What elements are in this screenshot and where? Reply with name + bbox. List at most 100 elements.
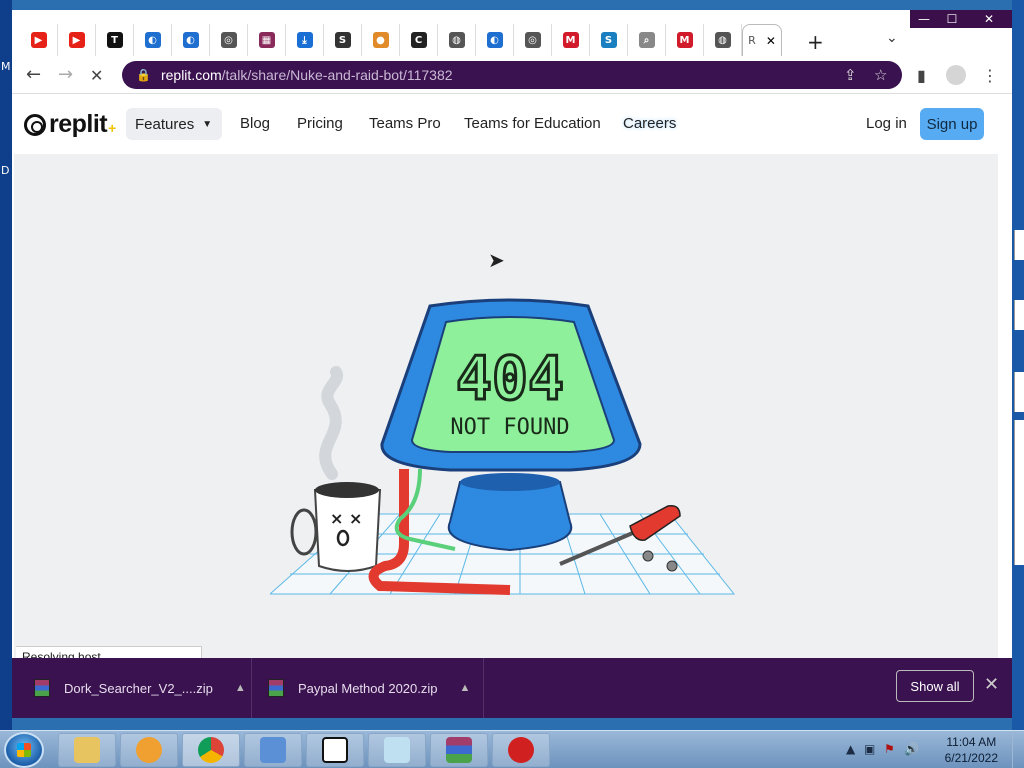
browser-tab[interactable]: S [590, 24, 628, 56]
taskbar-media-player[interactable] [120, 733, 178, 767]
minimize-button[interactable]: — [910, 10, 938, 28]
network-icon[interactable]: ▣ [864, 742, 875, 756]
taskbar-bug-app[interactable] [492, 733, 550, 767]
control-panel-icon [260, 737, 286, 763]
t-icon: T [106, 32, 123, 48]
browser-tab[interactable]: ◍ [438, 24, 476, 56]
show-all-downloads-button[interactable]: Show all [896, 670, 974, 702]
chevron-up-icon[interactable]: ▲ [235, 682, 246, 694]
clock-date: 6/21/2022 [944, 751, 998, 765]
browser-menu-icon[interactable]: ⋮ [982, 66, 998, 85]
maximize-button[interactable]: ☐ [938, 10, 966, 28]
nav-link-teams-education[interactable]: Teams for Education [464, 115, 601, 132]
browser-tab[interactable]: ◐ [134, 24, 172, 56]
7zip-icon [322, 737, 348, 763]
side-panel-icon[interactable]: ▮ [917, 66, 926, 85]
browser-tab[interactable]: ⤓ [286, 24, 324, 56]
login-link[interactable]: Log in [866, 115, 907, 132]
signup-button[interactable]: Sign up [920, 108, 984, 140]
nav-link-careers[interactable]: Careers [623, 115, 676, 132]
chrome-icon: ◎ [524, 32, 541, 48]
start-button[interactable] [4, 732, 44, 768]
stop-loading-button[interactable]: ✕ [90, 66, 103, 85]
new-tab-button[interactable]: + [807, 30, 824, 54]
show-hidden-icons-icon[interactable]: ▲ [846, 742, 855, 756]
browser-tab[interactable]: ◍ [704, 24, 742, 56]
replit-logo-icon [24, 113, 46, 136]
browser-tab[interactable]: ▦ [248, 24, 286, 56]
close-window-button[interactable]: ✕ [966, 10, 1012, 28]
folder-icon [74, 737, 100, 763]
winrar-icon [446, 737, 472, 763]
winrar-file-icon [34, 679, 50, 697]
forward-button[interactable]: → [58, 64, 73, 85]
window-controls: — ☐ ✕ [910, 10, 1012, 28]
close-download-shelf-icon[interactable]: ✕ [984, 674, 999, 695]
download-item[interactable]: Paypal Method 2020.zip ▲ [252, 658, 484, 718]
browser-tab[interactable]: ● [362, 24, 400, 56]
winrar-icon: ▦ [258, 32, 275, 48]
chrome-icon: ◎ [220, 32, 237, 48]
chevron-up-icon[interactable]: ▲ [459, 682, 470, 694]
browser-tab[interactable]: M [666, 24, 704, 56]
clock-time: 11:04 AM [946, 735, 997, 749]
browser-window: ▶ ▶ T ◐ ◐ ◎ ▦ ⤓ S ● C ◍ ◐ ◎ M S ⌕ M ◍ R ✕ + ⌄ — ☐ ✕ ← → ✕ 🔒 … [12, 10, 1012, 718]
logo-plus: + [108, 119, 117, 136]
volume-icon[interactable]: 🔊 [904, 742, 919, 756]
lock-icon[interactable]: 🔒 [136, 68, 151, 82]
nav-link-teams-pro[interactable]: Teams Pro [369, 115, 441, 132]
browser-tab[interactable]: T [96, 24, 134, 56]
taskbar-explorer[interactable] [58, 733, 116, 767]
show-desktop-button[interactable] [1012, 731, 1024, 768]
winrar-file-icon [268, 679, 284, 697]
close-tab-icon[interactable]: ✕ [766, 34, 776, 48]
nav-link-blog[interactable]: Blog [240, 115, 270, 132]
desktop-left-edge: M D [0, 0, 12, 730]
download-icon: ⤓ [296, 32, 313, 48]
web-page: replit + Features ▼ Blog Pricing Teams P… [14, 94, 998, 658]
c-icon: C [410, 32, 427, 48]
taskbar-7zip[interactable] [306, 733, 364, 767]
browser-tab[interactable]: ◐ [172, 24, 210, 56]
active-browser-tab[interactable]: R ✕ [742, 24, 782, 56]
url-host: replit.com [160, 67, 222, 83]
browser-tab[interactable]: ◎ [210, 24, 248, 56]
download-filename: Paypal Method 2020.zip [298, 680, 438, 696]
taskbar-winrar[interactable] [430, 733, 488, 767]
mouse-cursor-icon: ➤ [488, 248, 505, 272]
features-label: Features [135, 115, 195, 133]
browser-tab[interactable]: ▶ [58, 24, 96, 56]
nav-link-pricing[interactable]: Pricing [297, 115, 343, 132]
desktop-right-edge [1012, 0, 1024, 730]
monitor-stand [447, 481, 573, 552]
back-button[interactable]: ← [26, 64, 41, 85]
url-text: replit.com/talk/share/Nuke-and-raid-bot/… [161, 67, 453, 83]
browser-tab[interactable]: S [324, 24, 362, 56]
address-bar[interactable]: 🔒 replit.com/talk/share/Nuke-and-raid-bo… [122, 61, 902, 89]
active-tab-label: R [748, 34, 756, 47]
swirl-icon: ◐ [182, 32, 199, 48]
features-dropdown[interactable]: Features ▼ [126, 108, 222, 140]
browser-tab[interactable]: ⌕ [628, 24, 666, 56]
tab-search-button[interactable]: ⌄ [886, 30, 898, 46]
taskbar-control-panel[interactable] [244, 733, 302, 767]
browser-tab[interactable]: M [552, 24, 590, 56]
notepad-icon [384, 737, 410, 763]
profile-avatar[interactable] [946, 65, 966, 85]
download-item[interactable]: Dork_Searcher_V2_....zip ▲ [12, 658, 252, 718]
share-icon[interactable]: ⇪ [844, 66, 857, 84]
clock[interactable]: 11:04 AM 6/21/2022 [945, 734, 998, 766]
replit-logo[interactable]: replit + [24, 110, 116, 139]
taskbar-chrome[interactable] [182, 733, 240, 767]
chevron-down-icon: ▼ [202, 118, 213, 130]
action-center-icon[interactable]: ⚑ [884, 742, 895, 756]
browser-tab[interactable]: C [400, 24, 438, 56]
bookmark-star-icon[interactable]: ☆ [874, 66, 887, 84]
browser-tab[interactable]: ◐ [476, 24, 514, 56]
download-shelf: Dork_Searcher_V2_....zip ▲ Paypal Method… [12, 658, 1012, 718]
browser-tab[interactable]: ◎ [514, 24, 552, 56]
taskbar-notepad[interactable] [368, 733, 426, 767]
tab-strip: ▶ ▶ T ◐ ◐ ◎ ▦ ⤓ S ● C ◍ ◐ ◎ M S ⌕ M ◍ R ✕ + ⌄ — ☐ ✕ [12, 10, 1012, 56]
browser-tab[interactable]: ▶ [20, 24, 58, 56]
m-icon: M [562, 32, 579, 48]
